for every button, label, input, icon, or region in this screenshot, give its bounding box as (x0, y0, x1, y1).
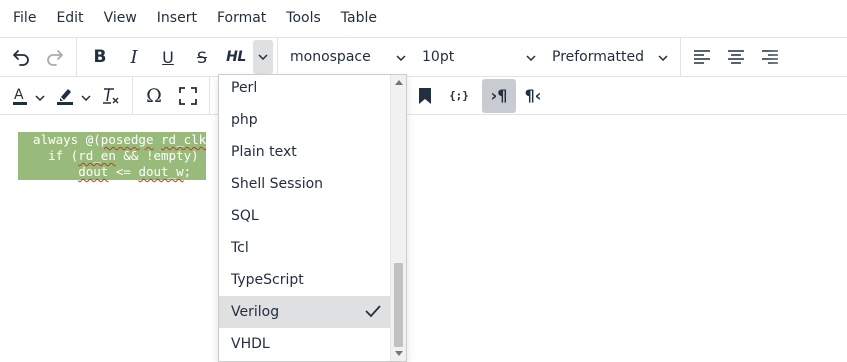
code-line: if (rd_en && !empty) (18, 148, 207, 164)
language-option-label: Verilog (231, 304, 280, 320)
language-option[interactable]: TypeScript (219, 264, 392, 296)
dropdown-scrollbar[interactable] (390, 75, 406, 361)
fullscreen-button[interactable] (171, 79, 205, 113)
menu-file[interactable]: File (3, 0, 46, 36)
bold-button[interactable]: B (83, 40, 117, 74)
bold-icon: B (93, 47, 107, 67)
code-sample-icon: {;} (449, 89, 469, 102)
toolbar-row-2: A Ω {;} ›¶ ¶‹ (0, 76, 847, 115)
clear-formatting-icon (101, 86, 121, 106)
bookmark-icon (418, 87, 432, 105)
font-size-select[interactable]: 10pt (414, 40, 544, 74)
language-option[interactable]: Shell Session (219, 168, 392, 200)
history-group (0, 38, 77, 76)
align-group (681, 38, 791, 76)
highlighter-icon (55, 86, 75, 106)
align-right-button[interactable] (753, 40, 787, 74)
font-size-value: 10pt (422, 49, 455, 65)
toolbar-row-1: B I U S HL monospace 10pt Preformatted (0, 37, 847, 76)
italic-button[interactable]: I (117, 40, 151, 74)
menu-format[interactable]: Format (207, 0, 276, 36)
language-option[interactable]: php (219, 104, 392, 136)
extra-group: {;} ›¶ ¶‹ (404, 77, 554, 114)
scroll-down-arrow-icon[interactable] (395, 351, 403, 356)
underline-button[interactable]: U (151, 40, 185, 74)
chevron-down-icon (258, 54, 268, 60)
chevron-down-icon (658, 49, 668, 65)
editor-content-area[interactable]: always @(posedge rd_clk if (rd_en && !em… (0, 116, 847, 362)
code-sample-button[interactable]: {;} (442, 79, 476, 113)
clear-formatting-button[interactable] (94, 79, 128, 113)
strikethrough-icon: S (196, 47, 208, 67)
fullscreen-icon (179, 86, 197, 105)
language-option[interactable]: Perl (219, 75, 392, 104)
background-color-dropdown[interactable] (78, 79, 94, 113)
language-dropdown-menu: Perl php Plain text Shell Session SQL Tc… (218, 74, 407, 362)
chevron-down-icon (35, 86, 45, 105)
code-block[interactable]: always @(posedge rd_clk if (rd_en && !em… (18, 132, 207, 180)
chevron-down-icon (81, 86, 91, 105)
text-color-icon: A (11, 86, 29, 106)
formatting-group: B I U S HL (77, 38, 278, 76)
code-line: dout <= dout_w; (18, 164, 207, 180)
menu-insert[interactable]: Insert (147, 0, 207, 36)
scroll-up-arrow-icon[interactable] (395, 80, 403, 85)
block-format-value: Preformatted (552, 49, 644, 65)
font-group: monospace 10pt Preformatted (278, 38, 681, 76)
checkmark-icon (364, 303, 382, 323)
highlight-code-icon: HL (226, 49, 246, 65)
omega-icon: Ω (146, 84, 162, 107)
menu-view[interactable]: View (94, 0, 147, 36)
text-color-dropdown[interactable] (32, 79, 48, 113)
menubar: File Edit View Insert Format Tools Table (0, 0, 847, 36)
undo-icon (11, 47, 31, 67)
menu-table[interactable]: Table (331, 0, 387, 36)
strikethrough-button[interactable]: S (185, 40, 219, 74)
highlight-code-button[interactable]: HL (219, 40, 253, 74)
svg-text:A: A (14, 87, 24, 103)
code-line: always @(posedge rd_clk (18, 132, 207, 148)
redo-button[interactable] (38, 40, 72, 74)
block-format-select[interactable]: Preformatted (544, 40, 676, 74)
chevron-down-icon (526, 49, 536, 65)
font-family-value: monospace (290, 49, 371, 65)
menu-edit[interactable]: Edit (46, 0, 93, 36)
scrollbar-thumb[interactable] (394, 263, 403, 347)
background-color-button[interactable] (52, 79, 78, 113)
align-left-button[interactable] (685, 40, 719, 74)
special-character-button[interactable]: Ω (137, 79, 171, 113)
color-group: A (0, 77, 133, 114)
language-option[interactable]: Tcl (219, 232, 392, 264)
ltr-direction-button[interactable]: ›¶ (482, 78, 516, 113)
italic-icon: I (130, 46, 138, 68)
align-right-icon (761, 50, 779, 64)
underline-icon: U (162, 47, 174, 67)
menu-tools[interactable]: Tools (276, 0, 331, 36)
chevron-down-icon (396, 49, 406, 65)
align-center-button[interactable] (719, 40, 753, 74)
language-option[interactable]: VHDL (219, 328, 392, 360)
align-left-icon (693, 50, 711, 64)
undo-button[interactable] (4, 40, 38, 74)
highlight-language-dropdown-toggle[interactable] (253, 40, 273, 74)
rtl-direction-button[interactable]: ¶‹ (516, 79, 550, 113)
insert-group: Ω (133, 77, 210, 114)
font-family-select[interactable]: monospace (282, 40, 414, 74)
align-center-icon (727, 50, 745, 64)
redo-icon (45, 47, 65, 67)
language-option-selected[interactable]: Verilog (219, 296, 392, 328)
text-color-button[interactable]: A (8, 79, 32, 113)
language-option[interactable]: Plain text (219, 136, 392, 168)
rtl-paragraph-icon: ¶‹ (524, 86, 542, 105)
bookmark-button[interactable] (408, 79, 442, 113)
ltr-paragraph-icon: ›¶ (490, 86, 508, 105)
language-option[interactable]: SQL (219, 200, 392, 232)
